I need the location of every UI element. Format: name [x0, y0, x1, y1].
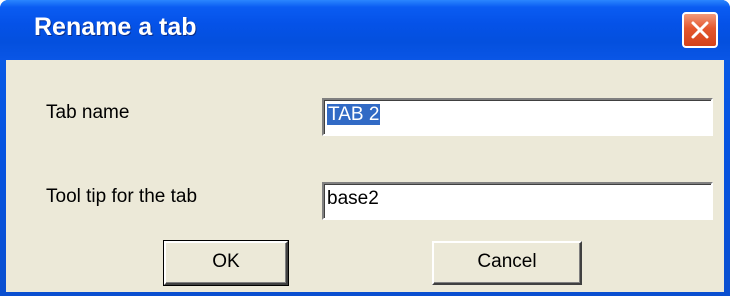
tooltip-value: base2	[327, 188, 379, 209]
tooltip-input[interactable]: base2	[322, 182, 713, 220]
close-button[interactable]	[682, 12, 718, 48]
tab-name-value: TAB 2	[327, 104, 381, 125]
tab-name-label: Tab name	[46, 102, 130, 123]
dialog-body: Tab name TAB 2 Tool tip for the tab base…	[6, 60, 724, 296]
close-icon	[691, 21, 709, 39]
ok-button[interactable]: OK	[163, 240, 289, 286]
cancel-button[interactable]: Cancel	[432, 241, 582, 285]
title-bar[interactable]: Rename a tab	[0, 0, 730, 60]
tooltip-label: Tool tip for the tab	[46, 186, 198, 207]
window-bottom-border	[0, 292, 730, 296]
rename-tab-dialog: Rename a tab Tab name TAB 2 Tool tip for…	[0, 0, 730, 296]
dialog-title: Rename a tab	[34, 13, 197, 41]
tab-name-input[interactable]: TAB 2	[322, 98, 713, 136]
